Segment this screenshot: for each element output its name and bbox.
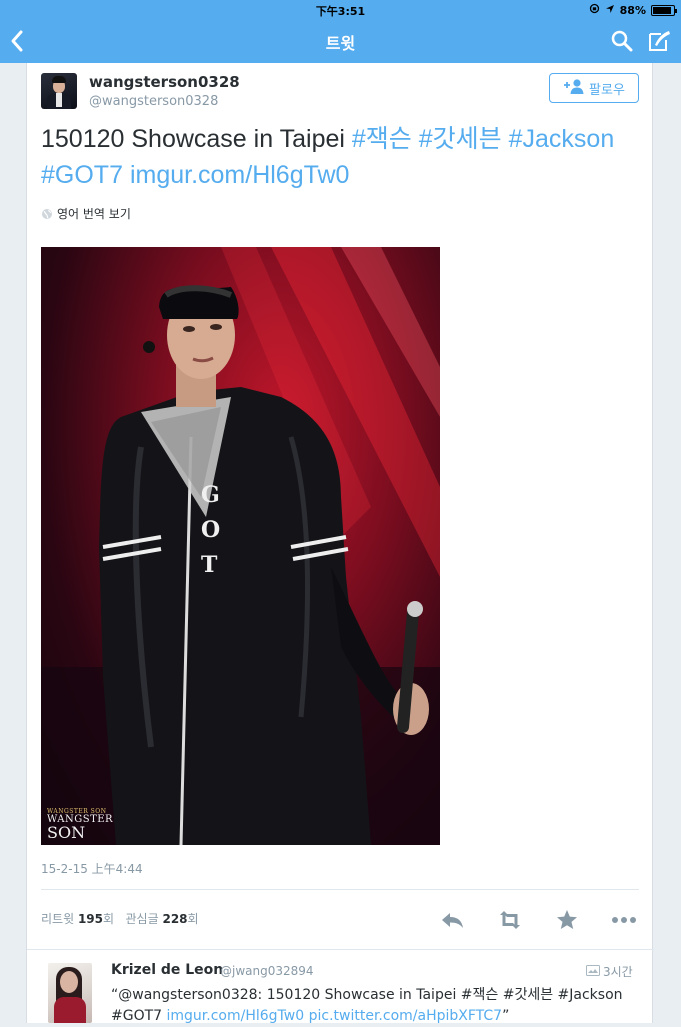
tweet-timestamp: 15-2-15 上午4:44 xyxy=(41,862,143,876)
hashtag-link[interactable]: #잭슨 xyxy=(352,125,412,153)
reply-avatar[interactable] xyxy=(48,963,92,1023)
globe-icon xyxy=(41,208,53,220)
svg-text:T: T xyxy=(201,552,218,578)
orientation-lock-icon xyxy=(589,3,600,17)
hashtag-link[interactable]: #Jackson xyxy=(509,125,615,153)
tweet-card: wangsterson0328 @wangsterson0328 팔로우 150… xyxy=(26,63,654,1023)
status-bar: 下午3:51 88% xyxy=(0,0,681,19)
reply-text: “@wangsterson0328: 150120 Showcase in Ta… xyxy=(111,985,641,1027)
add-user-icon xyxy=(563,78,585,98)
follow-button[interactable]: 팔로우 xyxy=(549,73,639,103)
retweets-count[interactable]: 195 xyxy=(78,912,103,926)
pic-link[interactable]: pic.twitter.com/aHpibXFTC7 xyxy=(309,1008,502,1024)
tweet-text-plain: 150120 Showcase in Taipei xyxy=(41,125,345,153)
hashtag-link[interactable]: #갓세븐 xyxy=(419,125,502,153)
search-icon[interactable] xyxy=(610,29,634,53)
media-icon xyxy=(586,964,600,979)
svg-text:G: G xyxy=(201,482,220,508)
divider xyxy=(41,889,639,890)
translate-link[interactable]: 영어 번역 보기 xyxy=(41,205,131,222)
nav-bar: 트윗 xyxy=(0,19,681,63)
reply-time: 3시간 xyxy=(586,963,633,980)
battery-percent: 88% xyxy=(619,3,646,17)
author-name[interactable]: wangsterson0328 xyxy=(89,73,240,91)
favorites-label[interactable]: 관심글 xyxy=(126,912,159,926)
tweet-photo[interactable]: G O T WANGSTER SON WANGSTER SON xyxy=(41,247,440,845)
photo-illustration: G O T xyxy=(41,247,440,845)
photo-watermark: WANGSTER SON WANGSTER SON xyxy=(47,809,113,841)
reply-author-name[interactable]: Krizel de Leon xyxy=(111,962,223,978)
follow-label: 팔로우 xyxy=(589,82,625,98)
author-avatar[interactable] xyxy=(41,73,77,109)
nav-title: 트윗 xyxy=(325,34,356,53)
status-time: 下午3:51 xyxy=(315,5,366,18)
reply-author-handle[interactable]: @jwang032894 xyxy=(220,964,314,978)
favorite-icon[interactable] xyxy=(553,906,581,934)
reply-icon[interactable] xyxy=(439,906,467,934)
status-right: 88% xyxy=(589,3,677,17)
url-link[interactable]: imgur.com/Hl6gTw0 xyxy=(167,1008,305,1024)
favorites-unit: 회 xyxy=(187,912,199,926)
compose-icon[interactable] xyxy=(646,28,672,54)
watermark-line2: SON xyxy=(47,823,86,842)
retweets-unit: 회 xyxy=(103,912,115,926)
tweet-stats: 리트윗 195회 관심글 228회 xyxy=(41,910,199,927)
url-link[interactable]: imgur.com/Hl6gTw0 xyxy=(130,161,350,189)
divider xyxy=(27,949,654,950)
retweets-label[interactable]: 리트윗 xyxy=(41,912,74,926)
reply-text-suffix: ” xyxy=(502,1008,510,1024)
hashtag-link[interactable]: #GOT7 xyxy=(41,161,123,189)
location-icon xyxy=(605,4,615,17)
translate-label: 영어 번역 보기 xyxy=(57,207,131,221)
tweet-text: 150120 Showcase in Taipei #잭슨 #갓세븐 #Jack… xyxy=(41,121,641,193)
retweet-icon[interactable] xyxy=(495,906,523,934)
favorites-count[interactable]: 228 xyxy=(162,912,187,926)
more-icon[interactable] xyxy=(609,906,637,934)
battery-icon xyxy=(651,4,677,16)
reply-time-text: 3시간 xyxy=(603,965,633,979)
svg-text:O: O xyxy=(201,517,220,543)
author-handle[interactable]: @wangsterson0328 xyxy=(89,94,218,109)
